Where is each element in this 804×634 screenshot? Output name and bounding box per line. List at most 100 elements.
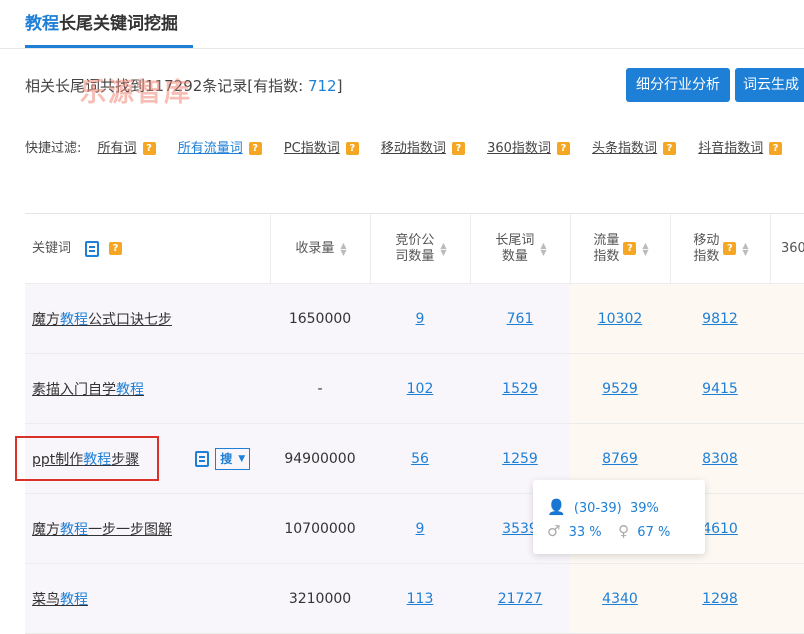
help-icon[interactable]: ? [248,142,262,155]
help-icon[interactable]: ? [623,242,637,255]
search-button-label: 搜 [220,452,233,466]
help-icon[interactable]: ? [142,142,156,155]
sort-icon[interactable]: ▲ ▼ [540,241,546,256]
female-icon: ♀ [618,522,630,540]
header-long-tail[interactable]: 长尾词 数量 ▲ ▼ [470,214,571,283]
bid-cell: 56 [370,424,470,493]
filter-mobile-index[interactable]: 移动指数词 [381,141,446,156]
indexed-cell: 10700000 [284,520,356,537]
mobile-link[interactable]: 9812 [702,311,738,327]
table-row: 魔方教程公式口诀七步 1650000 9 761 10302 9812 [25,284,804,354]
header-bid-line1: 竞价公 [395,232,435,248]
flow-link[interactable]: 9529 [602,381,638,397]
bid-link[interactable]: 102 [407,381,434,397]
long-tail-link[interactable]: 1259 [502,451,538,467]
header-360-index[interactable]: 360 [770,214,804,283]
industry-analysis-button[interactable]: 细分行业分析 [626,68,730,102]
header-long-line2: 数量 [501,248,528,264]
table-row: 菜鸟教程 3210000 113 21727 4340 1298 [25,564,804,634]
age-line: 👤 (30-39) 39% [547,498,659,516]
flow-link[interactable]: 8769 [602,451,638,467]
keyword-link[interactable]: 魔方教程公式口诀七步 [32,309,172,329]
long-tail-cell: 1529 [470,354,570,423]
filter-toutiao-index[interactable]: 头条指数词 [592,141,657,156]
header-mobile-line1: 移动 [693,232,720,248]
long-tail-link[interactable]: 1529 [502,381,538,397]
header-flow-index[interactable]: 流量 指数 ? ▲ ▼ [570,214,671,283]
title-keyword: 教程 [25,14,59,34]
male-icon: ♂ [547,522,561,540]
header-mobile-line2: 指数 [693,248,720,264]
filter-douyin-index[interactable]: 抖音指数词 [698,141,763,156]
header-indexed[interactable]: 收录量 ▲ ▼ [270,214,371,283]
copy-icon[interactable] [195,450,210,467]
indexed-cell: 94900000 [284,450,356,467]
bid-link[interactable]: 113 [407,591,434,607]
word-cloud-button[interactable]: 词云生成 [735,68,804,102]
female-percent: 67 % [637,525,671,540]
long-tail-link[interactable]: 21727 [498,591,543,607]
help-icon[interactable]: ? [556,142,570,155]
keyword-cell[interactable]: 魔方教程公式口诀七步 [32,284,270,353]
long-tail-link[interactable]: 761 [507,311,534,327]
title-bar: 教程长尾关键词挖掘 [0,0,804,49]
bid-cell: 102 [370,354,470,423]
bid-cell: 9 [370,284,470,353]
keyword-link[interactable]: 菜鸟教程 [32,589,88,609]
mobile-link[interactable]: 1298 [702,591,738,607]
person-icon: 👤 [547,498,566,516]
sort-icon[interactable]: ▲ ▼ [742,241,748,256]
mobile-link[interactable]: 9415 [702,381,738,397]
keyword-cell[interactable]: 菜鸟教程 [32,564,270,633]
bid-link[interactable]: 9 [416,311,425,327]
header-keyword: 关键词 ? [25,214,277,283]
sort-icon[interactable]: ▲ ▼ [340,241,346,256]
mobile-link[interactable]: 4610 [702,521,738,537]
quick-filters: 快捷过滤: 所有词? 所有流量词? PC指数词? 移动指数词? 360指数词? … [25,137,800,156]
title-rest: 长尾关键词挖掘 [59,14,178,34]
demographics-tooltip: 👤 (30-39) 39% ♂ 33 % ♀ 67 % [533,480,705,554]
watermark-logo: 乐源智库 [80,78,193,108]
filter-label: 快捷过滤: [25,141,82,156]
sort-icon[interactable]: ▲ ▼ [642,241,648,256]
bid-link[interactable]: 56 [411,451,429,467]
bid-cell: 9 [370,494,470,563]
bid-cell: 113 [370,564,470,633]
help-icon[interactable]: ? [663,142,677,155]
search-dropdown-button[interactable]: 搜 ▼ [215,447,251,470]
keyword-link[interactable]: 素描入门自学教程 [32,379,144,399]
keyword-cell[interactable]: 素描入门自学教程 [32,354,270,423]
bid-link[interactable]: 9 [416,521,425,537]
filter-traffic-words[interactable]: 所有流量词 [178,141,243,156]
header-indexed-label: 收录量 [295,240,335,256]
flow-link[interactable]: 4340 [602,591,638,607]
filter-all-words[interactable]: 所有词 [98,141,137,156]
title-underline [25,45,193,48]
long-tail-cell: 21727 [470,564,570,633]
gender-line: ♂ 33 % ♀ 67 % [547,522,670,540]
filter-pc-index[interactable]: PC指数词 [284,141,340,156]
copy-list-icon[interactable] [85,240,100,257]
help-icon[interactable]: ? [723,242,737,255]
keyword-link[interactable]: 魔方教程一步一步图解 [32,519,172,539]
long-tail-cell: 761 [470,284,570,353]
table-row: 素描入门自学教程 - 102 1529 9529 9415 [25,354,804,424]
filter-360-index[interactable]: 360指数词 [487,141,551,156]
mobile-link[interactable]: 8308 [702,451,738,467]
flow-cell: 9529 [570,354,670,423]
help-icon[interactable]: ? [769,142,783,155]
help-icon[interactable]: ? [451,142,465,155]
help-icon[interactable]: ? [109,242,123,255]
keyword-cell[interactable]: 魔方教程一步一步图解 [32,494,270,563]
header-bid-line2: 司数量 [395,248,435,264]
flow-link[interactable]: 10302 [598,311,643,327]
header-bid-companies[interactable]: 竞价公 司数量 ▲ ▼ [370,214,471,283]
indexed-cell: 1650000 [288,310,352,327]
header-flow-line1: 流量 [593,232,620,248]
header-mobile-index[interactable]: 移动 指数 ? ▲ ▼ [670,214,771,283]
header-flow-line2: 指数 [593,248,620,264]
indexed-cell: 3210000 [288,590,352,607]
page-title: 教程长尾关键词挖掘 [25,9,178,34]
help-icon[interactable]: ? [345,142,359,155]
sort-icon[interactable]: ▲ ▼ [440,241,446,256]
